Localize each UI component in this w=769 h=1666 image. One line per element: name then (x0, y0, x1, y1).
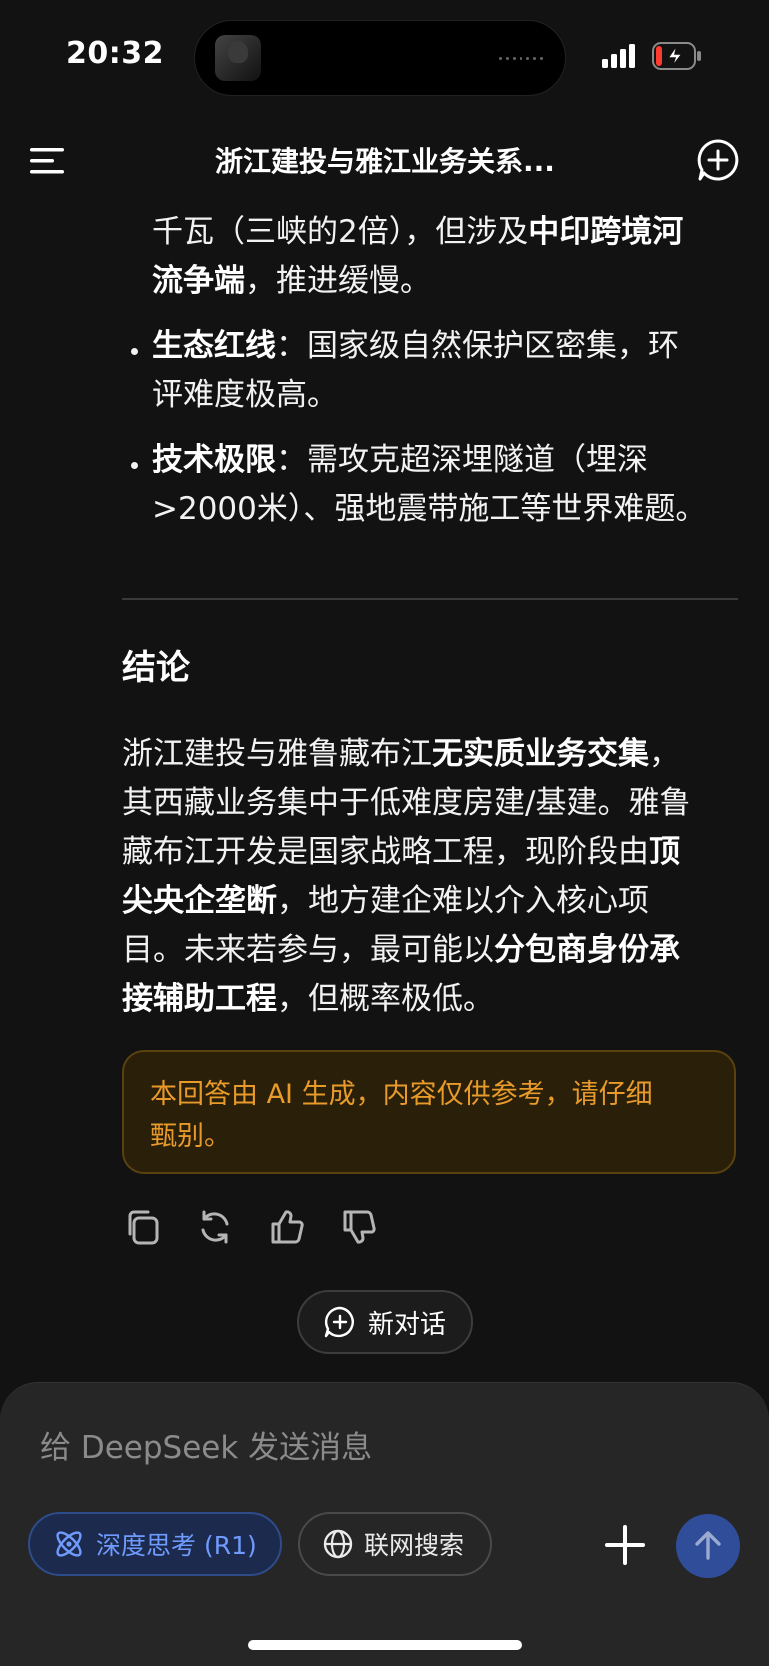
bold-text-run: 流争端 (152, 263, 245, 299)
new-conversation-label: 新对话 (367, 1309, 446, 1340)
bold-text-run: 分包商身份承 (494, 932, 680, 968)
bullet-text: ：国家级自然保护区密集，环 (276, 328, 679, 364)
attach-plus-icon[interactable] (600, 1520, 650, 1570)
deep-think-label: 深度思考 (R1) (96, 1531, 257, 1560)
disclaimer-text: 甄别。 (150, 1121, 231, 1152)
paragraph-line: 藏布江开发是国家战略工程，现阶段由顶 (122, 828, 680, 877)
bullet-marker (131, 348, 138, 355)
battery-charging-icon (652, 42, 701, 70)
paragraph-line: 接辅助工程，但概率极低。 (122, 975, 494, 1024)
message-input[interactable]: 给 DeepSeek 发送消息 (40, 1422, 372, 1467)
regenerate-icon[interactable] (196, 1208, 234, 1246)
new-chat-icon (324, 1306, 354, 1338)
audio-wave-icon (499, 55, 544, 61)
text-run: ，地方建企难以介入核心项 (277, 883, 649, 919)
list-item-continuation: >2000米）、强地震带施工等世界难题。 (152, 485, 706, 534)
bold-text-run: 中印跨境河 (528, 214, 684, 250)
bold-text-run: 顶 (649, 834, 680, 870)
list-item-continuation: 流争端，推进缓慢。 (152, 257, 431, 306)
web-search-label: 联网搜索 (364, 1531, 465, 1560)
status-time: 20:32 (66, 36, 164, 71)
ai-disclaimer-notice: 本回答由 AI 生成，内容仅供参考，请仔细 甄别。 (122, 1050, 736, 1174)
globe-icon (323, 1529, 353, 1559)
home-indicator[interactable] (248, 1640, 522, 1650)
bold-text-run: 无实质业务交集 (432, 736, 649, 772)
new-chat-icon[interactable] (696, 138, 740, 182)
bullet-text: ：需攻克超深埋隧道（埋深 (276, 442, 648, 478)
message-actions (124, 1208, 378, 1246)
paragraph-line: 目。未来若参与，最可能以分包商身份承 (122, 926, 680, 975)
deep-think-toggle[interactable]: 深度思考 (R1) (28, 1512, 282, 1576)
bullet-text: >2000米）、强地震带施工等世界难题。 (152, 491, 707, 527)
thumbs-up-icon[interactable] (268, 1208, 306, 1246)
list-item-continuation: 千瓦（三峡的2倍），但涉及中印跨境河 (152, 208, 683, 257)
text-run: 浙江建投与雅鲁藏布江 (122, 736, 432, 772)
paragraph-line: 尖央企垄断，地方建企难以介入核心项 (122, 877, 649, 926)
paragraph-line: 其西藏业务集中于低难度房建/基建。雅鲁 (122, 779, 690, 828)
text-run: ， (649, 736, 680, 772)
now-playing-thumbnail (215, 35, 261, 81)
text-run: ，推进缓慢。 (245, 263, 431, 299)
bullet-text: 评难度极高。 (152, 377, 338, 413)
paragraph-line: 浙江建投与雅鲁藏布江无实质业务交集， (122, 730, 680, 779)
list-item-continuation: 评难度极高。 (152, 371, 338, 420)
bold-text-run: 接辅助工程 (122, 981, 277, 1017)
list-item: 生态红线：国家级自然保护区密集，环 (152, 322, 679, 371)
atom-icon (56, 1531, 82, 1557)
bold-text-run: 尖央企垄断 (122, 883, 277, 919)
bullet-label: 技术极限 (152, 442, 276, 478)
text-run: ，但概率极低。 (277, 981, 494, 1017)
section-heading: 结论 (122, 648, 190, 688)
conversation-title[interactable]: 浙江建投与雅江业务关系... (150, 140, 620, 180)
send-button[interactable] (676, 1514, 740, 1578)
new-conversation-button[interactable]: 新对话 (297, 1290, 473, 1354)
cellular-signal-icon (602, 44, 635, 68)
section-divider (122, 598, 738, 600)
text-run: 目。未来若参与，最可能以 (122, 932, 494, 968)
dynamic-island[interactable] (194, 20, 566, 96)
thumbs-down-icon[interactable] (340, 1208, 378, 1246)
copy-icon[interactable] (124, 1208, 162, 1246)
bullet-marker (131, 462, 138, 469)
bullet-label: 生态红线 (152, 328, 276, 364)
text-run: 千瓦（三峡的2倍），但涉及 (152, 214, 529, 250)
disclaimer-text: 本回答由 AI 生成，内容仅供参考，请仔细 (150, 1079, 653, 1110)
text-run: 其西藏业务集中于低难度房建/基建。雅鲁 (122, 785, 691, 821)
web-search-toggle[interactable]: 联网搜索 (298, 1512, 492, 1576)
text-run: 藏布江开发是国家战略工程，现阶段由 (122, 834, 649, 870)
arrow-up-icon (695, 1531, 721, 1560)
sidebar-menu-icon[interactable] (30, 146, 66, 174)
list-item: 技术极限：需攻克超深埋隧道（埋深 (152, 436, 648, 485)
